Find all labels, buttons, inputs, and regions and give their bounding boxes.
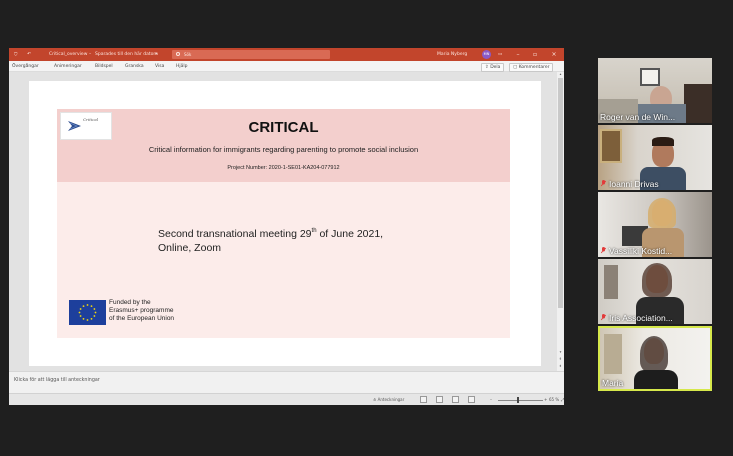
comments-button[interactable]: ▢ Kommentarer xyxy=(509,63,554,72)
slide-canvas[interactable]: Critical CRITICAL Critical information f… xyxy=(29,81,541,366)
search-icon xyxy=(176,52,180,56)
tab-view[interactable]: Visa xyxy=(155,64,164,69)
door xyxy=(604,265,618,299)
scroll-thumb[interactable] xyxy=(558,78,563,308)
participant-tile[interactable]: Roger van de Win... xyxy=(598,58,712,123)
participant-tile-active-speaker[interactable]: Maria xyxy=(598,326,712,391)
mic-muted-icon xyxy=(601,180,606,187)
search-box[interactable]: Sök xyxy=(172,50,330,59)
zoom-in-icon[interactable]: + xyxy=(544,397,547,402)
meeting-info: Second transnational meeting 29th of Jun… xyxy=(158,224,383,255)
scroll-up-icon[interactable]: ▴ xyxy=(558,72,563,77)
user-name: Maria Nyberg xyxy=(437,52,468,57)
participant-tile[interactable]: Ioanni Drivas xyxy=(598,125,712,190)
notes-placeholder: Klicka för att lägga till anteckningar xyxy=(14,378,100,383)
project-number: Project Number: 2020-1-SE01-KA204-077912 xyxy=(227,165,340,171)
slide-sorter-button[interactable] xyxy=(436,396,443,403)
slideshow-button[interactable] xyxy=(468,396,475,403)
participant-video-body xyxy=(634,370,678,389)
document-title: Critical_overview xyxy=(49,52,88,57)
participant-name: Iris Association... xyxy=(609,313,673,323)
ribbon-tabs: Övergångar Animeringar Bildspel Granska … xyxy=(9,61,564,72)
participant-tile[interactable]: Iris Association... xyxy=(598,259,712,324)
participant-name: Roger van de Win... xyxy=(600,112,676,122)
meeting-line-2: Online, Zoom xyxy=(158,242,222,254)
normal-view-button[interactable] xyxy=(420,396,427,403)
meeting-date-text: Second transnational meeting 29 xyxy=(158,228,312,240)
zoom-slider-handle[interactable] xyxy=(517,397,519,403)
funded-line: Funded by the xyxy=(109,299,151,306)
search-placeholder: Sök xyxy=(184,52,192,57)
scroll-down-icon[interactable]: ▾ xyxy=(558,350,563,355)
cabinet xyxy=(604,334,622,374)
eu-flag-icon xyxy=(69,300,106,325)
participant-name: Maria xyxy=(602,378,624,388)
tab-help[interactable]: Hjälp xyxy=(176,64,188,69)
save-status: Sparades till den här datorn xyxy=(95,52,158,57)
avatar[interactable]: MN xyxy=(482,50,491,59)
notes-toggle-label: Anteckningar xyxy=(377,397,405,402)
slide-editor: Critical CRITICAL Critical information f… xyxy=(9,72,557,371)
funding-statement: Funded by the Erasmus+ programme of the … xyxy=(109,299,174,323)
zoom-meeting-screen: ⛉ ↶ Critical_overview – Sparades till de… xyxy=(0,0,733,456)
meeting-date-rest: of June 2021, xyxy=(316,228,384,240)
maximize-button[interactable]: ▫ xyxy=(529,49,541,60)
tab-review[interactable]: Granska xyxy=(125,64,144,69)
app-icon: ⛉ xyxy=(14,53,18,58)
reading-view-button[interactable] xyxy=(452,396,459,403)
comments-label: Kommentarer xyxy=(518,65,550,70)
participant-hair xyxy=(640,336,668,372)
ribbon-display-icon[interactable]: ▭ xyxy=(498,52,502,57)
funded-line: of the European Union xyxy=(109,315,175,322)
vertical-scrollbar[interactable]: ▴ ▾ ⇞ ⇟ xyxy=(557,72,564,371)
next-slide-icon[interactable]: ⇟ xyxy=(558,364,563,369)
mic-muted-icon xyxy=(601,314,606,321)
wall-picture xyxy=(600,129,622,163)
tab-slideshow[interactable]: Bildspel xyxy=(95,64,113,69)
meeting-line-1: Second transnational meeting 29th of Jun… xyxy=(158,224,383,241)
document-title-separator: – xyxy=(89,52,92,57)
participant-hair xyxy=(648,198,676,228)
title-bar: ⛉ ↶ Critical_overview – Sparades till de… xyxy=(9,48,564,61)
fit-to-window-icon[interactable]: ⤢ xyxy=(561,397,564,402)
close-button[interactable]: × xyxy=(548,49,560,60)
notes-toggle-button[interactable]: ≗ Anteckningar xyxy=(373,397,404,402)
slide-title: CRITICAL xyxy=(248,119,319,136)
autosave-icon[interactable]: ↶ xyxy=(27,52,31,57)
participant-name: Vassiliki Kostid... xyxy=(609,246,673,256)
minimize-button[interactable]: – xyxy=(512,49,524,60)
share-button[interactable]: ⇪ Dela xyxy=(481,63,505,72)
chevron-down-icon[interactable]: ▾ xyxy=(155,52,157,57)
bookshelf xyxy=(684,84,712,123)
participant-tile[interactable]: Vassiliki Kostid... xyxy=(598,192,712,257)
funded-line: Erasmus+ programme xyxy=(109,307,174,314)
zoom-out-icon[interactable]: – xyxy=(490,397,492,402)
participant-name: Ioanni Drivas xyxy=(609,179,659,189)
zoom-slider[interactable] xyxy=(498,400,543,401)
slide-subtitle: Critical information for immigrants rega… xyxy=(148,145,419,154)
tab-animations[interactable]: Animeringar xyxy=(54,64,82,69)
shared-powerpoint-window: ⛉ ↶ Critical_overview – Sparades till de… xyxy=(9,48,564,405)
wall-picture xyxy=(640,68,660,86)
previous-slide-icon[interactable]: ⇞ xyxy=(558,357,563,362)
status-bar: ≗ Anteckningar – + 65 % ⤢ xyxy=(9,393,564,405)
participant-hair xyxy=(652,137,674,146)
share-label: Dela xyxy=(490,65,501,70)
tab-transitions[interactable]: Övergångar xyxy=(12,64,39,69)
mic-muted-icon xyxy=(601,247,606,254)
notes-pane[interactable]: Klicka för att lägga till anteckningar xyxy=(9,371,564,393)
participant-hair xyxy=(642,263,672,297)
zoom-level[interactable]: 65 % xyxy=(549,397,559,402)
